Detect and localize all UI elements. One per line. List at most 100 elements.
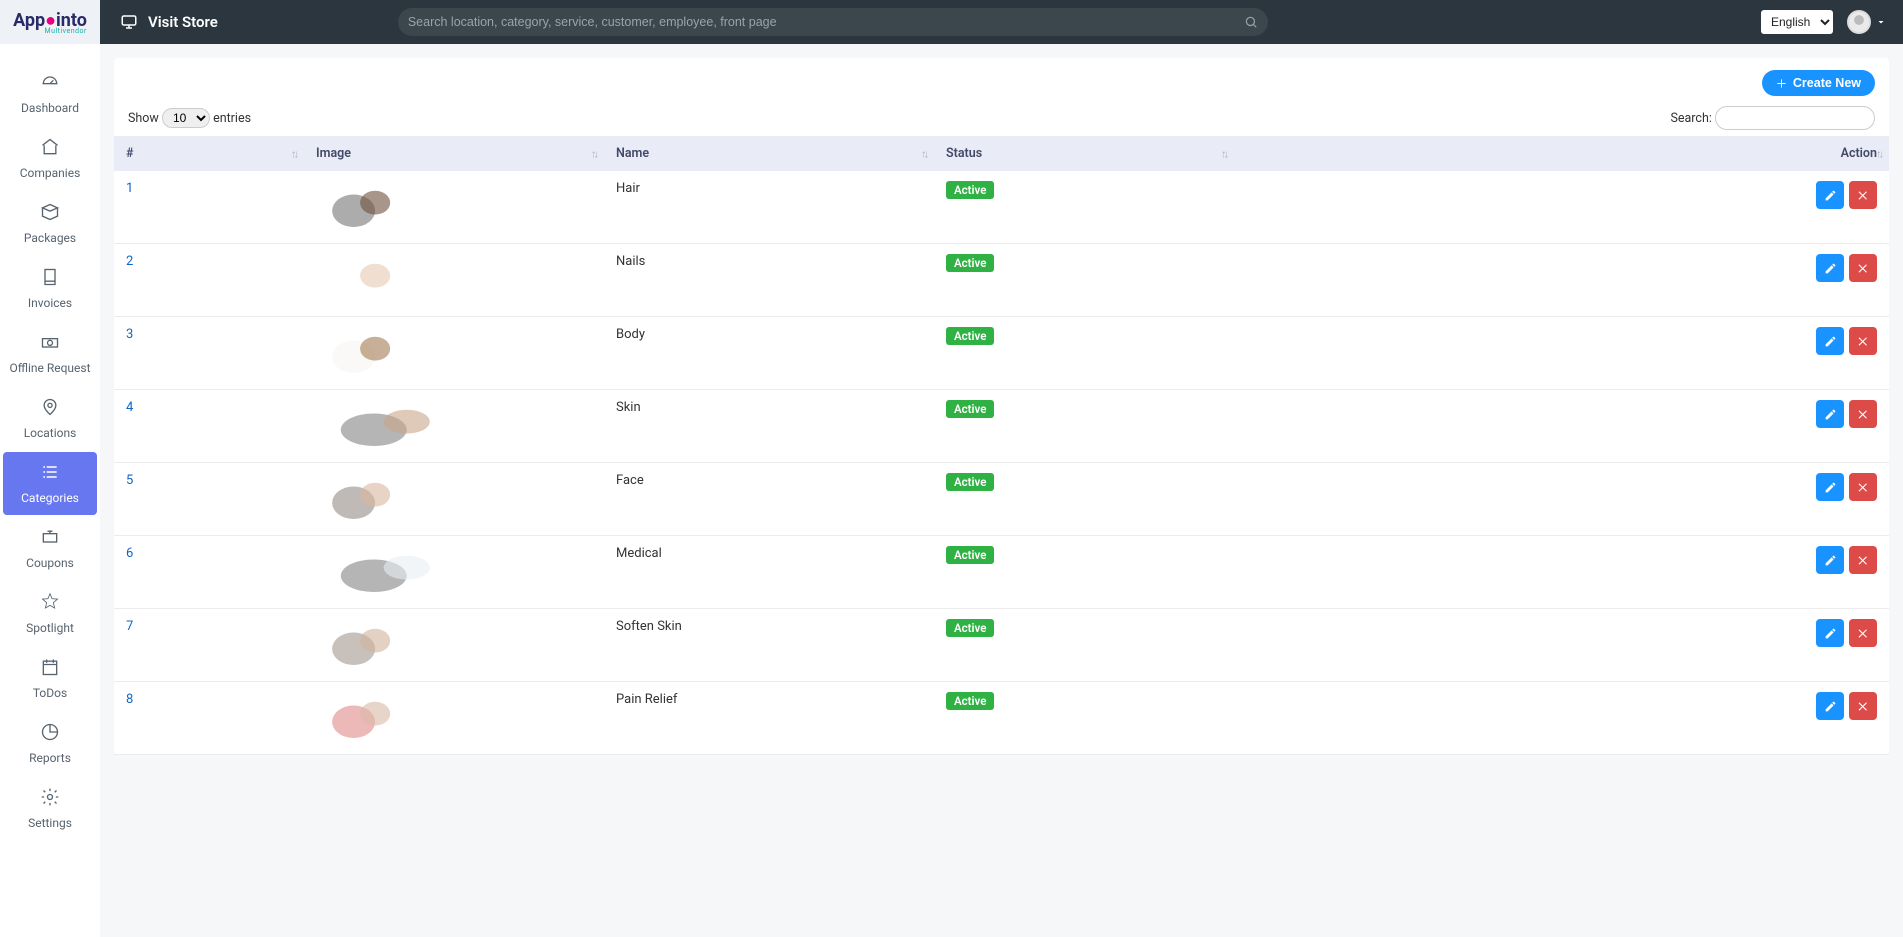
cell-image: [304, 390, 604, 463]
brand-logo[interactable]: App●into Multivendor: [0, 0, 100, 44]
main-content: Create New Show 10 entries Search:: [100, 44, 1903, 937]
cell-image: [304, 609, 604, 682]
cell-action: [1234, 317, 1889, 390]
cell-id[interactable]: 5: [114, 463, 304, 536]
sidebar-item-companies[interactable]: Companies: [3, 127, 97, 190]
sidebar-item-todos[interactable]: ToDos: [3, 647, 97, 710]
category-thumb: [316, 254, 402, 306]
cell-id[interactable]: 3: [114, 317, 304, 390]
cell-name: Soften Skin: [604, 609, 934, 682]
cell-image: [304, 536, 604, 609]
table-row: 6MedicalActive: [114, 536, 1889, 609]
cell-name: Hair: [604, 171, 934, 244]
sort-icon: ↑↓: [291, 147, 296, 160]
edit-button[interactable]: [1816, 254, 1844, 282]
delete-button[interactable]: [1849, 400, 1877, 428]
cell-name: Face: [604, 463, 934, 536]
cell-id[interactable]: 1: [114, 171, 304, 244]
sidebar-item-spotlight[interactable]: Spotlight: [3, 582, 97, 645]
cell-image: [304, 244, 604, 317]
delete-button[interactable]: [1849, 546, 1877, 574]
table-row: 2 Nails Active: [114, 244, 1889, 317]
sidebar-item-invoices[interactable]: Invoices: [3, 257, 97, 320]
col-status[interactable]: Status↑↓: [934, 136, 1234, 171]
delete-button[interactable]: [1849, 327, 1877, 355]
cell-id[interactable]: 2: [114, 244, 304, 317]
table-row: 5FaceActive: [114, 463, 1889, 536]
edit-button[interactable]: [1816, 327, 1844, 355]
user-menu[interactable]: [1847, 10, 1887, 34]
pencil-icon: [1824, 262, 1837, 275]
sidebar-item-label: Locations: [24, 426, 77, 440]
locations-icon: [40, 397, 60, 426]
pencil-icon: [1824, 335, 1837, 348]
sidebar-item-label: Packages: [24, 231, 76, 245]
sidebar-item-categories[interactable]: Categories: [3, 452, 97, 515]
sort-icon: ↑↓: [1221, 147, 1226, 160]
sidebar-item-offline-request[interactable]: Offline Request: [3, 322, 97, 385]
cell-status: Active: [934, 171, 1234, 244]
edit-button[interactable]: [1816, 619, 1844, 647]
delete-button[interactable]: [1849, 181, 1877, 209]
create-new-button[interactable]: Create New: [1762, 70, 1875, 96]
edit-button[interactable]: [1816, 546, 1844, 574]
category-thumb: [316, 400, 448, 452]
status-badge: Active: [946, 619, 994, 637]
table-search-label: Search:: [1670, 111, 1711, 126]
sidebar-item-label: ToDos: [33, 686, 67, 700]
cell-name: Skin: [604, 390, 934, 463]
table-search-input[interactable]: [1715, 106, 1875, 130]
status-badge: Active: [946, 181, 994, 199]
global-search-input[interactable]: [408, 15, 1244, 29]
cell-name: Nails: [604, 244, 934, 317]
delete-button[interactable]: [1849, 619, 1877, 647]
edit-button[interactable]: [1816, 473, 1844, 501]
pencil-icon: [1824, 554, 1837, 567]
col-name[interactable]: Name↑↓: [604, 136, 934, 171]
cell-id[interactable]: 7: [114, 609, 304, 682]
col-action[interactable]: Action↑↓: [1234, 136, 1889, 171]
cell-action: [1234, 171, 1889, 244]
table-search-control: Search:: [1670, 106, 1875, 130]
cell-id[interactable]: 8: [114, 682, 304, 755]
sidebar-item-locations[interactable]: Locations: [3, 387, 97, 450]
col-id[interactable]: #↑↓: [114, 136, 304, 171]
pencil-icon: [1824, 189, 1837, 202]
col-image[interactable]: Image↑↓: [304, 136, 604, 171]
table-row: 8Pain ReliefActive: [114, 682, 1889, 755]
cell-image: [304, 317, 604, 390]
table-row: 7 Soften Skin Active: [114, 609, 1889, 682]
sort-icon: ↑↓: [1876, 147, 1881, 160]
sidebar-item-reports[interactable]: Reports: [3, 712, 97, 775]
sidebar-item-settings[interactable]: Settings: [3, 777, 97, 840]
topbar: App●into Multivendor Visit Store English: [0, 0, 1903, 44]
cell-action: [1234, 244, 1889, 317]
offline-request-icon: [40, 332, 60, 361]
visit-store-link[interactable]: Visit Store: [120, 13, 218, 31]
sidebar-item-packages[interactable]: Packages: [3, 192, 97, 255]
edit-button[interactable]: [1816, 692, 1844, 720]
dashboard-icon: [40, 72, 60, 101]
delete-button[interactable]: [1849, 473, 1877, 501]
close-icon: [1857, 700, 1870, 713]
cell-action: [1234, 609, 1889, 682]
delete-button[interactable]: [1849, 254, 1877, 282]
length-select[interactable]: 10: [162, 108, 210, 128]
edit-button[interactable]: [1816, 181, 1844, 209]
sidebar-item-dashboard[interactable]: Dashboard: [3, 62, 97, 125]
status-badge: Active: [946, 254, 994, 272]
global-search[interactable]: [398, 8, 1268, 36]
cell-id[interactable]: 4: [114, 390, 304, 463]
cell-status: Active: [934, 317, 1234, 390]
language-select[interactable]: English: [1761, 10, 1833, 34]
delete-button[interactable]: [1849, 692, 1877, 720]
sidebar-item-coupons[interactable]: Coupons: [3, 517, 97, 580]
cell-id[interactable]: 6: [114, 536, 304, 609]
edit-button[interactable]: [1816, 400, 1844, 428]
status-badge: Active: [946, 546, 994, 564]
category-thumb: [316, 473, 402, 525]
settings-icon: [40, 787, 60, 816]
sidebar-item-label: Companies: [20, 166, 81, 180]
categories-icon: [40, 462, 60, 491]
category-thumb: [316, 692, 402, 744]
